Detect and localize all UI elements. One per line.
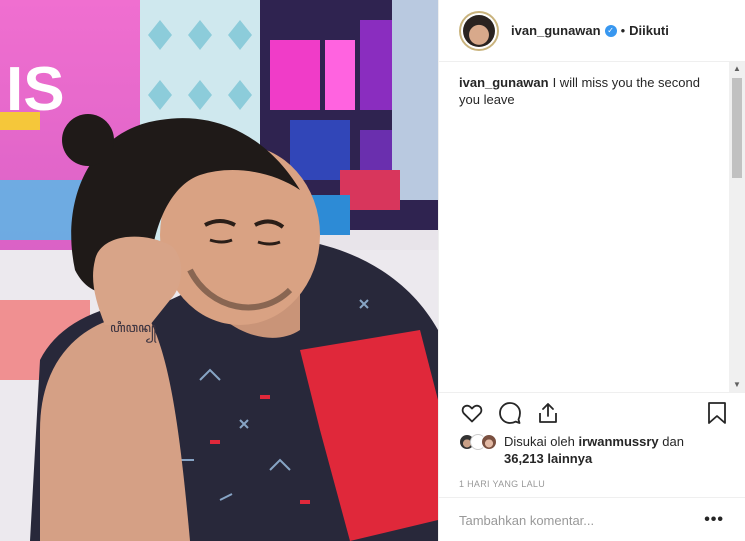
scroll-down-arrow-icon[interactable]: ▼ xyxy=(729,378,745,392)
post-side-panel: ivan_gunawan ✓ • Diikuti ivan_gunawan I w… xyxy=(438,0,745,541)
more-options-button[interactable]: ••• xyxy=(704,511,724,529)
likes-connector: dan xyxy=(662,434,684,449)
comment-input[interactable] xyxy=(459,512,679,528)
post-timestamp[interactable]: 1 HARI YANG LALU xyxy=(459,479,726,489)
action-bar xyxy=(459,393,726,433)
header-username[interactable]: ivan_gunawan xyxy=(511,23,601,38)
liker-avatar xyxy=(481,434,497,450)
post-photo[interactable]: IS ꦲꦶꦮꦤ꧀ xyxy=(0,0,438,541)
share-button[interactable] xyxy=(535,400,561,426)
post-header: ivan_gunawan ✓ • Diikuti xyxy=(439,0,745,62)
like-button[interactable] xyxy=(459,400,485,426)
likes-prefix: Disukai oleh xyxy=(504,434,575,449)
comment-button[interactable] xyxy=(497,400,523,426)
verified-badge-icon: ✓ xyxy=(604,24,617,37)
save-button[interactable] xyxy=(704,400,730,426)
share-icon xyxy=(539,403,557,423)
likes-count[interactable]: 36,213 lainnya xyxy=(504,451,592,466)
header-separator: • xyxy=(620,23,626,38)
heart-icon xyxy=(461,404,483,423)
follow-status-button[interactable]: Diikuti xyxy=(629,23,669,38)
caption: ivan_gunawan I will miss you the second y… xyxy=(459,74,714,108)
scroll-thumb[interactable] xyxy=(732,78,742,178)
photo-illustration: IS ꦲꦶꦮꦤ꧀ xyxy=(0,0,438,541)
liker-username[interactable]: irwanmussry xyxy=(578,434,658,449)
likes-summary: Disukai oleh irwanmussry dan 36,213 lain… xyxy=(459,433,726,467)
comments-area: ivan_gunawan I will miss you the second y… xyxy=(439,62,745,392)
comments-scrollbar[interactable]: ▲ ▼ xyxy=(729,62,745,392)
add-comment-section: ••• xyxy=(439,497,745,541)
actions-section: Disukai oleh irwanmussry dan 36,213 lain… xyxy=(439,392,745,541)
comment-icon xyxy=(499,402,521,424)
liker-avatars[interactable] xyxy=(459,434,497,450)
bookmark-icon xyxy=(708,402,726,424)
caption-username[interactable]: ivan_gunawan xyxy=(459,75,549,90)
likes-text: Disukai oleh irwanmussry dan 36,213 lain… xyxy=(504,433,714,467)
avatar[interactable] xyxy=(459,10,499,51)
avatar-image xyxy=(463,14,495,47)
instagram-post: IS ꦲꦶꦮꦤ꧀ ivan_gunawan ✓ • Diikuti ivan_g… xyxy=(0,0,745,541)
scroll-up-arrow-icon[interactable]: ▲ xyxy=(729,62,745,76)
